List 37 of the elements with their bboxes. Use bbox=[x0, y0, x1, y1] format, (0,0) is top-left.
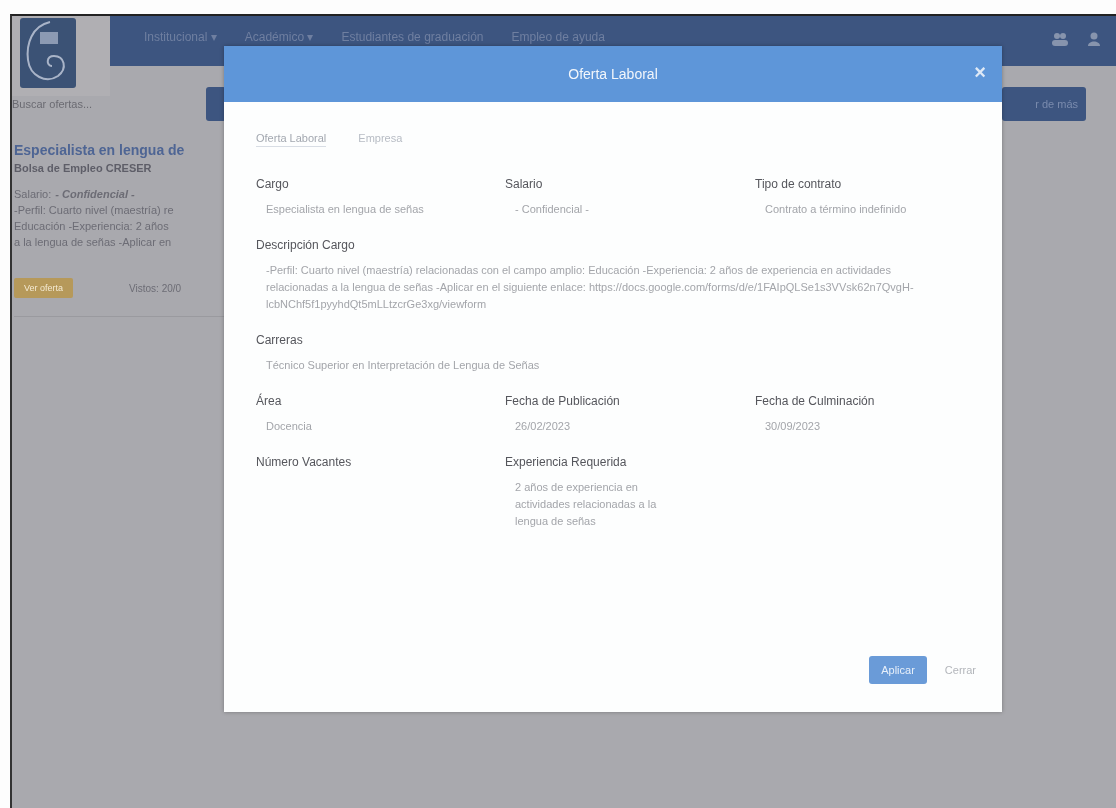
field-value: 2 años de experiencia en actividades relacionadas a la lengua de señas bbox=[514, 480, 658, 529]
field-value: -Perfil: Cuarto nivel (maestría) relacionadas con el campo amplio: Educación -Experiencia: 2 años de experiencia en actividades relacionadas a la lengua de señas -Aplicar en el siguiente enlace: https://docs.google.com/forms/d/e/1FAIpQLSe1s3VVsk62n7QvgH-lcbNChf5f1pyyhdQt5mLLtzcrGe3xg/viewform bbox=[265, 263, 915, 312]
description-line: -Perfil: Cuarto nivel (maestría) re bbox=[14, 204, 175, 216]
field-label: Número Vacantes bbox=[256, 455, 353, 469]
close-button[interactable]: × bbox=[974, 62, 986, 82]
salary-value: - Confidencial - bbox=[55, 188, 135, 200]
spiral-logo-icon bbox=[20, 18, 76, 88]
offer-badge[interactable]: Ver oferta bbox=[14, 278, 74, 298]
field-label: Salario bbox=[505, 177, 544, 191]
user-icon[interactable] bbox=[1086, 32, 1102, 46]
field-label: Fecha de Publicación bbox=[505, 394, 621, 408]
description-line: Educación -Experiencia: 2 años bbox=[14, 220, 170, 232]
modal-title: Oferta Laboral bbox=[568, 66, 658, 82]
field-label: Descripción Cargo bbox=[256, 238, 356, 252]
field-value: Contrato a término indefinido bbox=[764, 202, 908, 217]
field-value: Especialista en lengua de señas bbox=[265, 202, 425, 217]
field-value: 26/02/2023 bbox=[514, 419, 572, 434]
company-name: Bolsa de Empleo CRESER bbox=[14, 162, 153, 174]
field-value: Docencia bbox=[265, 419, 313, 434]
field-label: Carreras bbox=[256, 333, 304, 347]
field-value: 30/09/2023 bbox=[764, 419, 822, 434]
field-label: Experiencia Requerida bbox=[505, 455, 628, 469]
search-button[interactable] bbox=[206, 87, 226, 121]
field-label: Fecha de Culminación bbox=[755, 394, 876, 408]
offer-title: Especialista en lengua de bbox=[14, 142, 186, 158]
field-value: Técnico Superior en Interpretación de Lengua de Señas bbox=[265, 358, 541, 373]
field-label: Área bbox=[256, 394, 283, 408]
field-label: Tipo de contrato bbox=[755, 177, 843, 191]
tab[interactable]: Oferta Laboral bbox=[256, 132, 327, 147]
users-icon[interactable] bbox=[1052, 32, 1068, 46]
field-value: - Confidencial - bbox=[514, 202, 590, 217]
search-field[interactable]: Buscar ofertas... bbox=[12, 98, 162, 110]
salary-label: Salario: bbox=[14, 188, 52, 200]
tab[interactable]: Empresa bbox=[358, 132, 403, 147]
close-link[interactable]: Cerrar bbox=[944, 664, 976, 676]
apply-button[interactable]: Aplicar bbox=[869, 656, 927, 684]
field-label: Cargo bbox=[256, 177, 290, 191]
